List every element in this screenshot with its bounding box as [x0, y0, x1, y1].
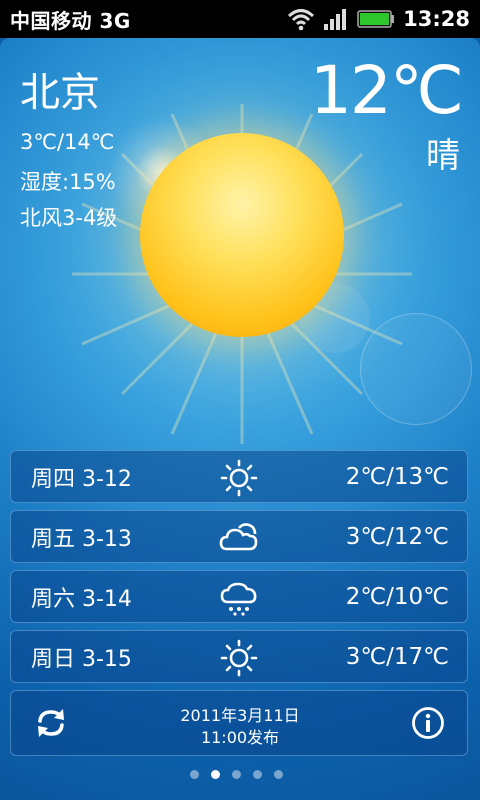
footer-bar: 2011年3月11日 11:00发布	[10, 690, 468, 756]
forecast-temp: 3℃/17℃	[345, 643, 449, 670]
forecast-date: 周四 3-12	[31, 466, 132, 492]
weather-condition: 晴	[426, 136, 460, 176]
forecast-row[interactable]: 周日 3-15 3℃/17℃	[10, 630, 468, 683]
forecast-row[interactable]: 周四 3-12 2℃/13℃	[10, 450, 468, 503]
weather-panel: 北京 3℃/14℃ 湿度:15% 北风3-4级 12℃ 晴 周四 3-12 2℃…	[0, 38, 480, 800]
forecast-date: 周日 3-15	[31, 646, 132, 672]
page-dot[interactable]	[190, 770, 199, 779]
sun-illustration	[140, 133, 344, 337]
forecast-temp: 3℃/12℃	[345, 523, 449, 550]
forecast-temp: 2℃/13℃	[345, 463, 449, 490]
current-temperature: 12℃	[309, 52, 464, 129]
status-icons: 13:28	[287, 7, 470, 31]
page-dot-active[interactable]	[211, 770, 220, 779]
humidity: 湿度:15%	[20, 170, 116, 194]
signal-icon	[324, 9, 347, 30]
sunny-icon	[220, 459, 258, 497]
sunny-icon	[220, 639, 258, 677]
published-date: 2011年3月11日	[180, 706, 300, 725]
rain-icon	[220, 582, 257, 616]
page-indicator	[190, 770, 283, 779]
temp-range: 3℃/14℃	[20, 130, 115, 154]
page-dot[interactable]	[274, 770, 283, 779]
status-bar: 中国移动 3G 13:28	[0, 0, 480, 38]
wind: 北风3-4级	[20, 206, 118, 230]
wifi-icon	[288, 9, 315, 31]
forecast-row[interactable]: 周六 3-14 2℃/10℃	[10, 570, 468, 623]
city-name: 北京	[20, 70, 100, 116]
battery-icon	[357, 10, 395, 28]
forecast-date: 周六 3-14	[31, 586, 132, 612]
forecast-temp: 2℃/10℃	[345, 583, 449, 610]
page-dot[interactable]	[253, 770, 262, 779]
carrier-label: 中国移动 3G	[10, 8, 131, 33]
cloudy-icon	[219, 523, 258, 551]
info-icon[interactable]	[411, 706, 445, 740]
published-time: 11:00发布	[200, 728, 280, 747]
forecast-row[interactable]: 周五 3-13 3℃/12℃	[10, 510, 468, 563]
forecast-date: 周五 3-13	[31, 526, 132, 552]
clock: 13:28	[403, 7, 470, 31]
page-dot[interactable]	[232, 770, 241, 779]
